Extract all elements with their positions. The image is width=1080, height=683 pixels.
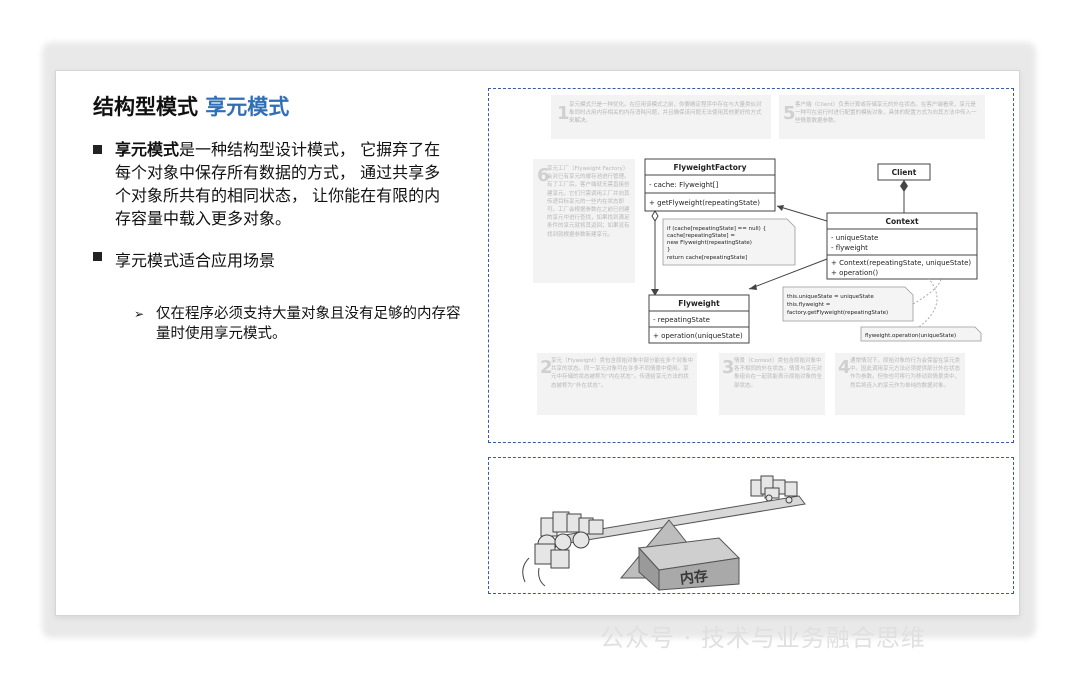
client-class: Client <box>877 163 931 181</box>
context-class: Context - uniqueState - flyweight + Cont… <box>826 212 978 280</box>
note3-text: 情景（Context）类包含原始对象中各不相同的外在状态。情景与享元对象组合在一… <box>734 358 822 389</box>
note4-text: 通常情况下，原始对象的行为会保留在享元类中。因此调用享元方法必须提供部分外在状态… <box>850 358 961 389</box>
arrowhead-icon <box>749 284 757 290</box>
memory-label: 内存 <box>679 567 709 587</box>
factory-code-note: if (cache[repeatingState] == null) { cac… <box>662 218 796 266</box>
memory-seesaw-illustration: 内存 <box>522 475 806 592</box>
title-prefix: 结构型模式 <box>93 95 198 119</box>
flyweight-class: Flyweight - repeatingState + operation(u… <box>648 294 750 344</box>
operation-note: flyweight.operation(uniqueState) <box>860 326 982 342</box>
note6-fo: 享元工厂（Flyweight Factory）会对已有享元的缓存池进行管理。有了… <box>547 166 630 238</box>
uml-diagram-frame: 1 享元模式只是一种优化。在应用该模式之前，你要确定程序中存在与大量类似对象同时… <box>488 88 1014 443</box>
flyweight-field: - repeatingState <box>653 316 710 324</box>
note1-text: 享元模式只是一种优化。在应用该模式之前，你要确定程序中存在与大量类似对象同时占用… <box>569 102 762 124</box>
note2-fo: 享元（Flyweight）类包含原始对象中部分能在多个对象中共享的状态。同一享元… <box>551 358 693 389</box>
shared-objects-icon <box>750 475 798 504</box>
context-title: Context <box>885 217 919 226</box>
note5-fo: 客户端（Client）负责计算或存储享元的外在状态。在客户端看来，享元是一种可在… <box>795 102 977 124</box>
aggregation-diamond-icon <box>651 210 659 222</box>
op-note-text: flyweight.operation(uniqueState) <box>865 333 956 339</box>
note1-fo: 享元模式只是一种优化。在应用该模式之前，你要确定程序中存在与大量类似对象同时占用… <box>569 102 762 124</box>
square-bullet-icon <box>93 145 102 154</box>
watermark: 公众号 · 技术与业务融合思维 <box>600 624 926 652</box>
note5-text: 客户端（Client）负责计算或存储享元的外在状态。在客户端看来，享元是一种可在… <box>795 102 977 124</box>
note3-fo: 情景（Context）类包含原始对象中各不相同的外在状态。情景与享元对象组合在一… <box>734 358 822 389</box>
slide-title: 结构型模式 享元模式 <box>93 91 289 121</box>
bullet-definition: 享元模式是一种结构型设计模式， 它摒弃了在每个对象中保存所有数据的方式， 通过共… <box>93 138 453 230</box>
code-line-1: if (cache[repeatingState] == null) { <box>667 226 766 232</box>
ctor-line-3: factory.getFlyweight(repeatingState) <box>787 310 888 316</box>
note3-number: 3 <box>722 357 735 378</box>
ctor-line-1: this.uniqueState = uniqueState <box>787 294 874 300</box>
bullet2-text: 享元模式适合应用场景 <box>115 251 276 270</box>
factory-title: FlyweightFactory <box>674 163 747 172</box>
arrowhead-icon <box>777 205 784 211</box>
context-field-2: - flyweight <box>831 244 868 252</box>
flyweight-title: Flyweight <box>678 299 720 308</box>
ctor-line-2: this.flyweight = <box>787 302 831 308</box>
sub-bullet-text: 仅在程序必须支持大量对象且没有足够的内存容量时使用享元模式。 <box>156 306 461 342</box>
flyweight-method: + operation(uniqueState) <box>653 332 743 340</box>
note5-number: 5 <box>783 103 796 124</box>
title-accent: 享元模式 <box>205 95 290 119</box>
code-line-4: } <box>667 247 671 253</box>
note1-number: 1 <box>557 103 570 124</box>
uml-diagram: 1 享元模式只是一种优化。在应用该模式之前，你要确定程序中存在与大量类似对象同时… <box>533 95 985 415</box>
client-title: Client <box>892 168 917 177</box>
sub-bullet: ➢ 仅在程序必须支持大量对象且没有足够的内存容量时使用享元模式。 <box>134 304 464 344</box>
note4-fo: 通常情况下，原始对象的行为会保留在享元类中。因此调用享元方法必须提供部分外在状态… <box>850 358 961 389</box>
object-pile-icon <box>522 511 604 587</box>
memory-illustration-frame: 内存 <box>488 457 1014 594</box>
factory-method: + getFlyweight(repeatingState) <box>649 199 760 207</box>
code-line-2: cache[repeatingState] = <box>667 233 735 239</box>
flyweight-factory-class: FlyweightFactory - cache: Flyweight[] + … <box>644 158 776 212</box>
note4-number: 4 <box>838 357 851 378</box>
context-field-1: - uniqueState <box>831 234 878 242</box>
composition-diamond-icon <box>900 180 908 192</box>
note6-text: 享元工厂（Flyweight Factory）会对已有享元的缓存池进行管理。有了… <box>547 166 630 238</box>
constructor-note: this.uniqueState = uniqueState this.flyw… <box>782 286 914 322</box>
note2-text: 享元（Flyweight）类包含原始对象中部分能在多个对象中共享的状态。同一享元… <box>551 358 693 389</box>
factory-field: - cache: Flyweight[] <box>649 181 719 189</box>
bullet-scenarios: 享元模式适合应用场景 <box>93 247 275 271</box>
code-line-3: new Flyweight(repeatingState) <box>667 240 752 246</box>
bullet1-bold: 享元模式 <box>115 140 180 159</box>
slide: 结构型模式 享元模式 享元模式是一种结构型设计模式， 它摒弃了在每个对象中保存所… <box>55 70 1020 616</box>
op-note-connector <box>918 278 938 328</box>
arrow-bullet-icon: ➢ <box>134 307 145 321</box>
memory-block: 内存 <box>637 537 741 592</box>
square-bullet-icon <box>93 252 102 261</box>
code-line-5: return cache[repeatingState] <box>667 255 747 261</box>
context-method-2: + operation() <box>831 269 878 277</box>
context-method-1: + Context(repeatingState, uniqueState) <box>831 259 971 267</box>
